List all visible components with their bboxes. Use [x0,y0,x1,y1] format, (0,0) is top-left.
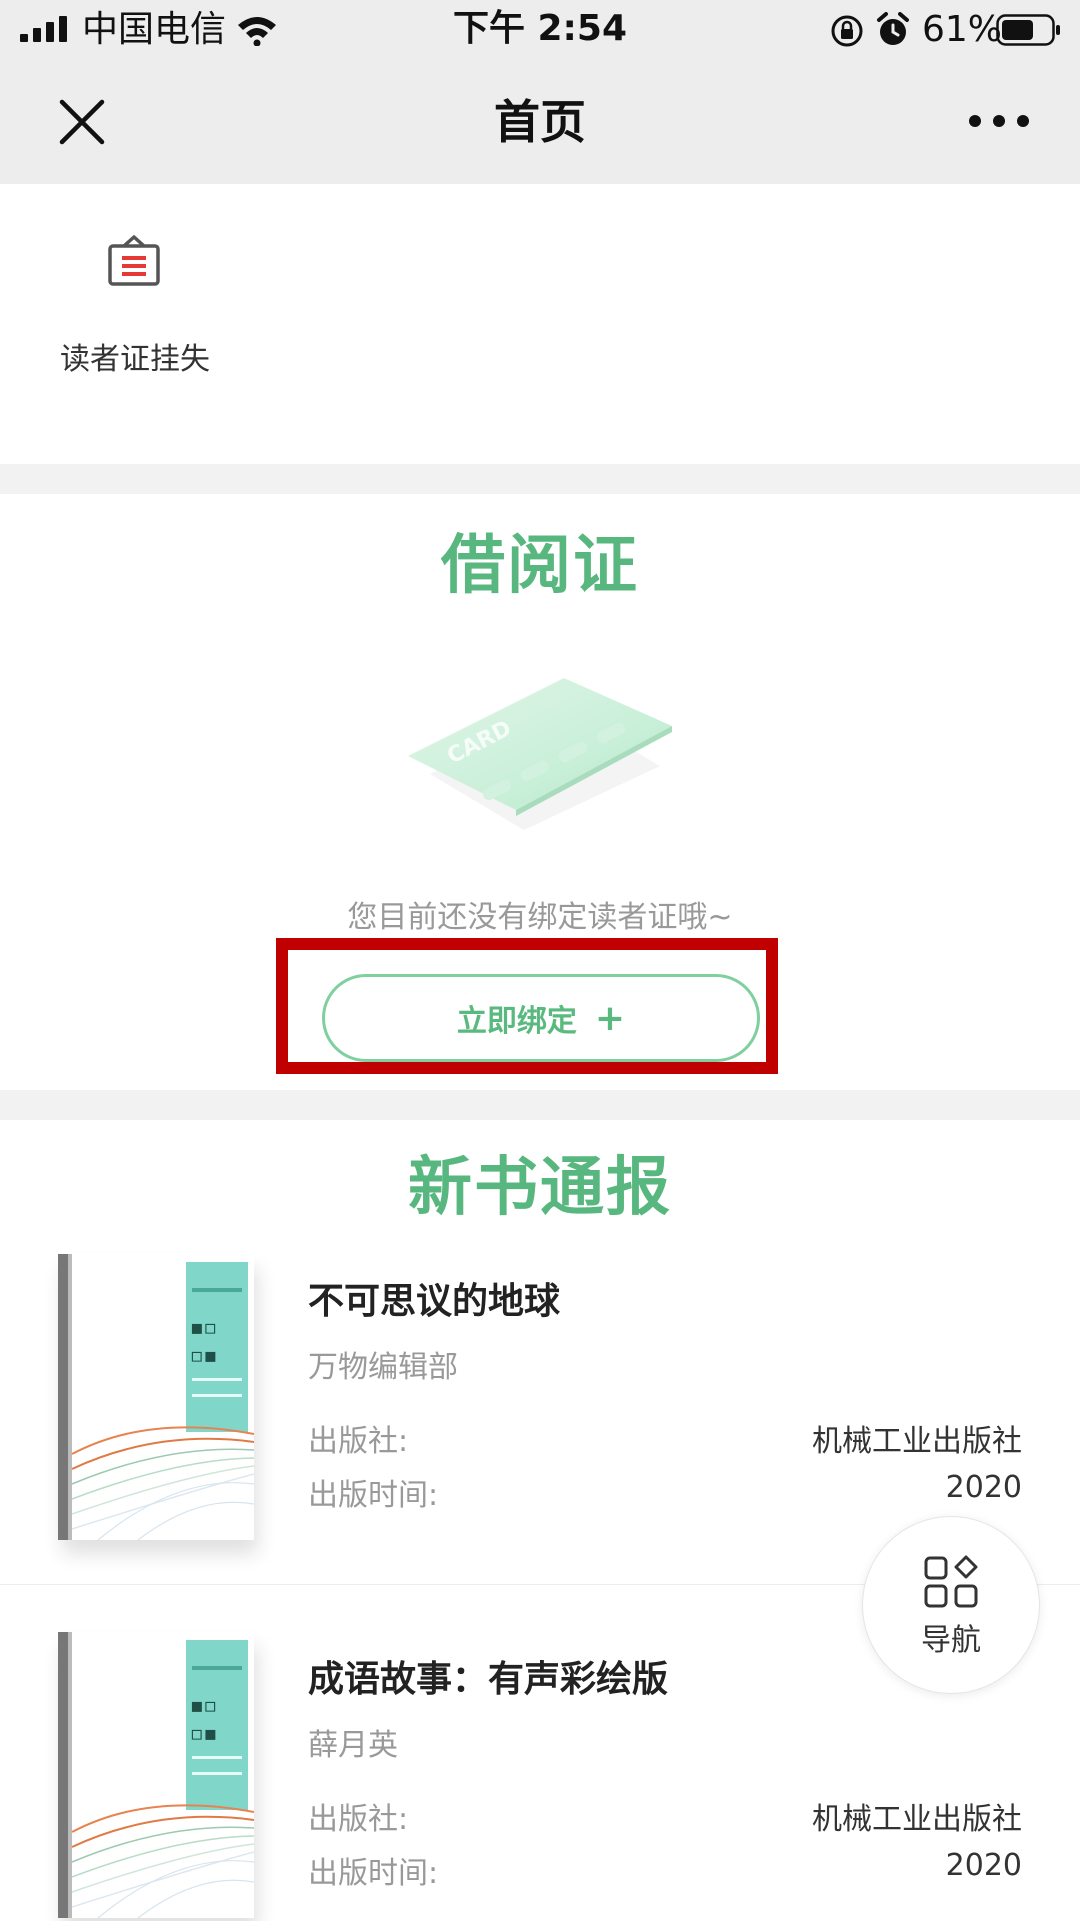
battery-icon [996,14,1060,46]
report-lost-card-label: 读者证挂失 [60,342,210,377]
id-card-lost-icon [108,235,160,286]
book-author: 万物编辑部 [308,1350,458,1385]
section-divider [0,464,1080,494]
publish-year-label: 出版时间: [308,1856,439,1891]
alarm-icon [877,12,909,45]
grid-icon [924,1555,978,1608]
floating-nav-label: 导航 [921,1623,981,1658]
status-bar: 中国电信 下午 2:54 61% [0,0,1080,60]
quick-actions: 读者证挂失 [0,184,1080,464]
empty-card-message: 您目前还没有绑定读者证哦~ [347,900,733,935]
borrow-card-section: 借阅证 CARD 您目前还没有绑定读者证哦~ 立即绑定 + [0,494,1080,1090]
more-icon[interactable] [966,106,1032,136]
svg-text:▫▪: ▫▪ [190,1721,217,1745]
borrow-card-title: 借阅证 [441,529,639,603]
section-divider-2 [0,1090,1080,1120]
publisher-label: 出版社: [308,1802,409,1837]
publish-year-value: 2020 [945,1848,1022,1883]
card-illustration: CARD [408,678,672,830]
plus-icon: + [594,997,626,1039]
new-books-section: 新书通报 ▪▫ ▫▪ 不可思议的地球 万物编辑部 出版社: 机械工业出版社 出版… [0,1120,1080,1921]
bind-card-button[interactable]: 立即绑定 + [322,974,760,1062]
svg-text:▪▫: ▪▫ [190,1315,217,1339]
battery-percent: 61% [922,9,1003,50]
svg-text:▪▫: ▪▫ [190,1693,217,1717]
svg-text:▫▪: ▫▪ [190,1343,217,1367]
clock: 下午 2:54 [452,8,628,49]
floating-nav-button[interactable]: 导航 [862,1516,1040,1694]
page-title: 首页 [494,95,586,149]
book-cover-image: ▪▫ ▫▪ [58,1632,254,1918]
book-title: 成语故事：有声彩绘版 [308,1659,669,1700]
publisher-label: 出版社: [308,1424,409,1459]
publisher-value: 机械工业出版社 [812,1424,1022,1459]
report-lost-card-button[interactable]: 读者证挂失 [30,234,240,394]
nav-bar: 首页 [0,60,1080,184]
bind-card-label: 立即绑定 [456,1004,577,1039]
book-title: 不可思议的地球 [308,1281,561,1322]
publisher-value: 机械工业出版社 [812,1802,1022,1837]
book-author: 薛月英 [308,1728,398,1763]
rotation-lock-icon [831,15,863,47]
